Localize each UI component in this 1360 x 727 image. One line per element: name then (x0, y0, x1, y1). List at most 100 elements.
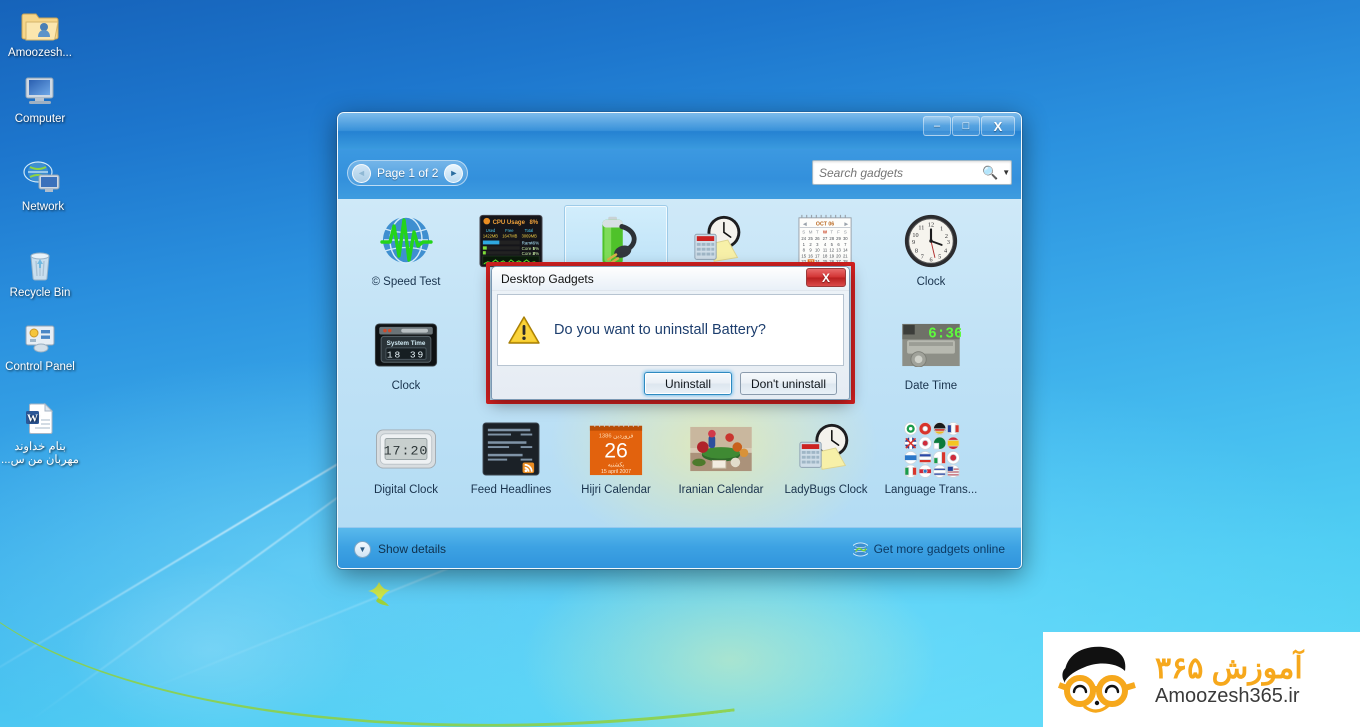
svg-text:25: 25 (823, 259, 828, 264)
gadget-row: 17:20 Digital Clock Feed Headlines فرورد… (354, 413, 1005, 517)
pager: ◄ Page 1 of 2 ► (347, 160, 469, 186)
calendar-thumb: OCT 06 ◀ ▶ SMT W TFS 24 25 26 27 28 29 30 (793, 210, 859, 272)
svg-text:26: 26 (815, 236, 820, 241)
svg-text:6:36: 6:36 (928, 326, 961, 342)
minimize-button[interactable]: – (923, 116, 951, 136)
gadget-speed-test[interactable]: © Speed Test (354, 205, 458, 309)
svg-text:12: 12 (829, 248, 834, 253)
desktop-icon-label: Amoozesh... (8, 47, 72, 59)
svg-text:T: T (830, 229, 833, 234)
svg-text:18: 18 (823, 253, 828, 258)
system-time-thumb: System Time 18 39 (373, 314, 439, 376)
gadget-label: Digital Clock (374, 484, 438, 496)
gadget-digital-clock[interactable]: 17:20 Digital Clock (354, 413, 458, 517)
uninstall-button[interactable]: Uninstall (644, 372, 732, 395)
window-controls: – □ X (923, 116, 1015, 136)
svg-text:20: 20 (836, 253, 841, 258)
get-more-gadgets-link[interactable]: Get more gadgets online (852, 542, 1005, 557)
gadget-label: Clock (916, 276, 946, 288)
svg-text:10: 10 (912, 232, 918, 239)
gadget-label: Hijri Calendar (581, 484, 651, 496)
uninstall-dialog: Desktop Gadgets X Do you want to uninsta… (491, 266, 850, 400)
wallpaper-leaf-icon (368, 582, 390, 606)
gadget-iranian-calendar[interactable]: Iranian Calendar (669, 413, 773, 517)
watermark-logo: آموزش ۳۶۵ Amoozesh365.ir (1043, 632, 1360, 727)
svg-text:Used: Used (486, 228, 495, 233)
svg-text:27: 27 (836, 259, 841, 264)
svg-text:17: 17 (815, 253, 820, 258)
watermark-persian: آموزش ۳۶۵ (1155, 651, 1303, 685)
control-panel-icon (20, 318, 60, 358)
svg-text:▶: ▶ (844, 222, 848, 228)
svg-text:F: F (837, 229, 840, 234)
svg-text:27: 27 (823, 236, 828, 241)
svg-text:OCT 06: OCT 06 (816, 222, 834, 228)
show-details-button[interactable]: ▼ Show details (354, 540, 447, 558)
close-button[interactable]: X (981, 116, 1015, 136)
gadget-clock[interactable]: 12 1 2 345 678 9 10 11 Clock (879, 205, 983, 309)
svg-text:9: 9 (912, 239, 915, 246)
dialog-titlebar: Desktop Gadgets X (492, 267, 849, 291)
maximize-button[interactable]: □ (952, 116, 980, 136)
gadget-hijri-calendar[interactable]: فروردین 1386 26 یکشنبه 15 april 2007 Hij… (564, 413, 668, 517)
desktop-icon-control-panel[interactable]: Control Panel (0, 318, 80, 374)
gadget-system-time-clock[interactable]: System Time 18 39 Clock (354, 309, 458, 413)
svg-text:8%: 8% (533, 251, 539, 256)
svg-text:Total: Total (525, 228, 534, 233)
svg-text:11: 11 (823, 248, 828, 253)
desktop-icon-label: Recycle Bin (9, 287, 71, 299)
search-input[interactable] (813, 165, 982, 180)
svg-text:26: 26 (604, 439, 628, 463)
gallery-navbar: ◄ Page 1 of 2 ► 🔍 ▼ (338, 149, 1021, 199)
desktop-icon-label: Computer (14, 113, 66, 125)
desktop-icon-recycle-bin[interactable]: Recycle Bin (0, 244, 80, 300)
svg-text:◀: ◀ (803, 222, 807, 228)
svg-text:8%: 8% (529, 220, 538, 226)
svg-text:8: 8 (915, 248, 918, 255)
svg-text:25: 25 (808, 236, 813, 241)
analog-clock-thumb: 12 1 2 345 678 9 10 11 (898, 210, 964, 272)
hijri-calendar-thumb: فروردین 1386 26 یکشنبه 15 april 2007 (583, 418, 649, 480)
wallpaper-glow (60, 560, 360, 727)
gadget-date-time[interactable]: 6:36 Date Time (879, 309, 983, 413)
globe-icon (852, 542, 868, 556)
dialog-close-button[interactable]: X (806, 268, 846, 287)
prev-page-button[interactable]: ◄ (352, 163, 371, 183)
desktop-icon-word-document[interactable]: W بنام خداوند مهربان من س... (0, 398, 80, 467)
dialog-title: Desktop Gadgets (501, 271, 594, 286)
word-document-icon: W (20, 398, 60, 438)
iranian-calendar-thumb (688, 418, 754, 480)
gadget-label: Date Time (904, 380, 958, 392)
dont-uninstall-button[interactable]: Don't uninstall (740, 372, 837, 395)
search-icon[interactable]: 🔍 (982, 165, 1002, 181)
svg-text:15: 15 (801, 253, 806, 258)
desktop-icon-network[interactable]: Network (3, 158, 83, 214)
svg-text:10: 10 (815, 248, 820, 253)
svg-text:19: 19 (829, 253, 834, 258)
desktop-icon-computer[interactable]: Computer (0, 70, 80, 126)
svg-text:1647MB: 1647MB (502, 234, 517, 239)
date-time-thumb: 6:36 (898, 314, 964, 376)
window-titlebar[interactable]: – □ X (338, 113, 1021, 149)
show-details-label: Show details (378, 542, 447, 556)
computer-icon (20, 70, 60, 110)
svg-text:یکشنبه: یکشنبه (608, 461, 625, 468)
search-box[interactable]: 🔍 ▼ (812, 160, 1012, 185)
gadget-feed-headlines[interactable]: Feed Headlines (459, 413, 563, 517)
gadget-label: Clock (391, 380, 421, 392)
svg-text:15 april 2007: 15 april 2007 (601, 469, 631, 475)
svg-text:6: 6 (929, 256, 932, 263)
gadget-ladybugs-clock[interactable]: LadyBugs Clock (774, 413, 878, 517)
gadget-language-trans[interactable]: Language Trans... (879, 413, 983, 517)
amoozesh-face-logo (1057, 646, 1136, 713)
svg-text:23: 23 (809, 259, 814, 264)
chevron-down-icon[interactable]: ▼ (1002, 168, 1017, 177)
svg-text:7: 7 (921, 253, 924, 260)
warning-triangle-icon (508, 316, 540, 344)
battery-thumb (583, 210, 649, 272)
desktop-icon-amoozesh[interactable]: Amoozesh... (0, 4, 80, 60)
svg-text:CPU Usage: CPU Usage (493, 220, 526, 226)
desktop: Amoozesh... Computer Network Recycle Bin… (0, 0, 1360, 727)
folder-user-icon (20, 4, 60, 44)
next-page-button[interactable]: ► (444, 163, 464, 183)
